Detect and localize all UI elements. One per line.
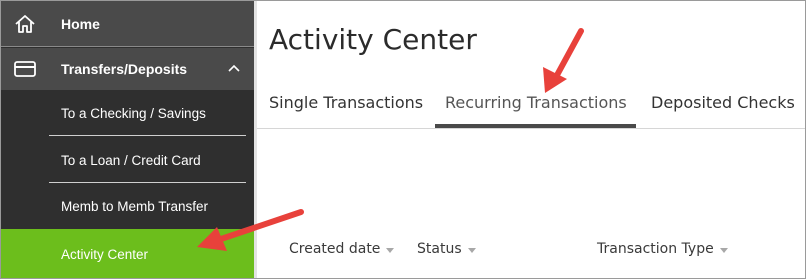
sidebar: Home Transfers/Deposits To a Checking / …	[1, 1, 254, 278]
column-header-created-date[interactable]: Created date	[289, 241, 395, 257]
column-header-label: Created date	[289, 241, 381, 257]
sidebar-item-home[interactable]: Home	[1, 1, 254, 47]
sidebar-subitem-memb-to-memb[interactable]: Memb to Memb Transfer	[1, 183, 254, 229]
home-icon	[13, 12, 37, 36]
sort-caret-icon	[467, 247, 476, 253]
table-header: Created date Status Transaction Type	[257, 241, 805, 265]
screenshot-frame: Home Transfers/Deposits To a Checking / …	[0, 0, 806, 279]
sort-caret-icon	[719, 247, 728, 253]
column-header-transaction-type[interactable]: Transaction Type	[597, 241, 728, 257]
column-header-status[interactable]: Status	[417, 241, 476, 257]
tab-deposited-checks[interactable]: Deposited Checks	[651, 93, 795, 112]
column-header-label: Status	[417, 241, 462, 257]
page-title: Activity Center	[269, 23, 477, 56]
sidebar-item-label: Home	[61, 15, 100, 32]
sidebar-subitem-loan-credit-card[interactable]: To a Loan / Credit Card	[1, 137, 254, 183]
tab-recurring-transactions[interactable]: Recurring Transactions	[445, 93, 627, 112]
chevron-up-icon[interactable]	[226, 61, 242, 77]
sidebar-subitem-label: Activity Center	[61, 247, 149, 262]
tab-bar: Single Transactions Recurring Transactio…	[257, 85, 805, 129]
column-header-label: Transaction Type	[597, 241, 714, 257]
tab-active-indicator	[435, 124, 636, 128]
divider	[49, 135, 246, 136]
sidebar-subitem-label: To a Loan / Credit Card	[61, 152, 201, 168]
main-content: Activity Center Single Transactions Recu…	[257, 1, 805, 278]
sidebar-subitem-label: To a Checking / Savings	[61, 105, 206, 121]
sidebar-item-label: Transfers/Deposits	[61, 61, 188, 77]
sort-caret-icon	[386, 247, 395, 253]
sidebar-subitem-activity-center[interactable]: Activity Center	[1, 229, 254, 278]
sidebar-item-transfers-deposits[interactable]: Transfers/Deposits	[1, 48, 254, 90]
sidebar-subitem-label: Memb to Memb Transfer	[61, 198, 209, 214]
card-icon	[13, 57, 37, 81]
sidebar-subitem-checking-savings[interactable]: To a Checking / Savings	[1, 90, 254, 136]
tab-single-transactions[interactable]: Single Transactions	[269, 93, 423, 112]
